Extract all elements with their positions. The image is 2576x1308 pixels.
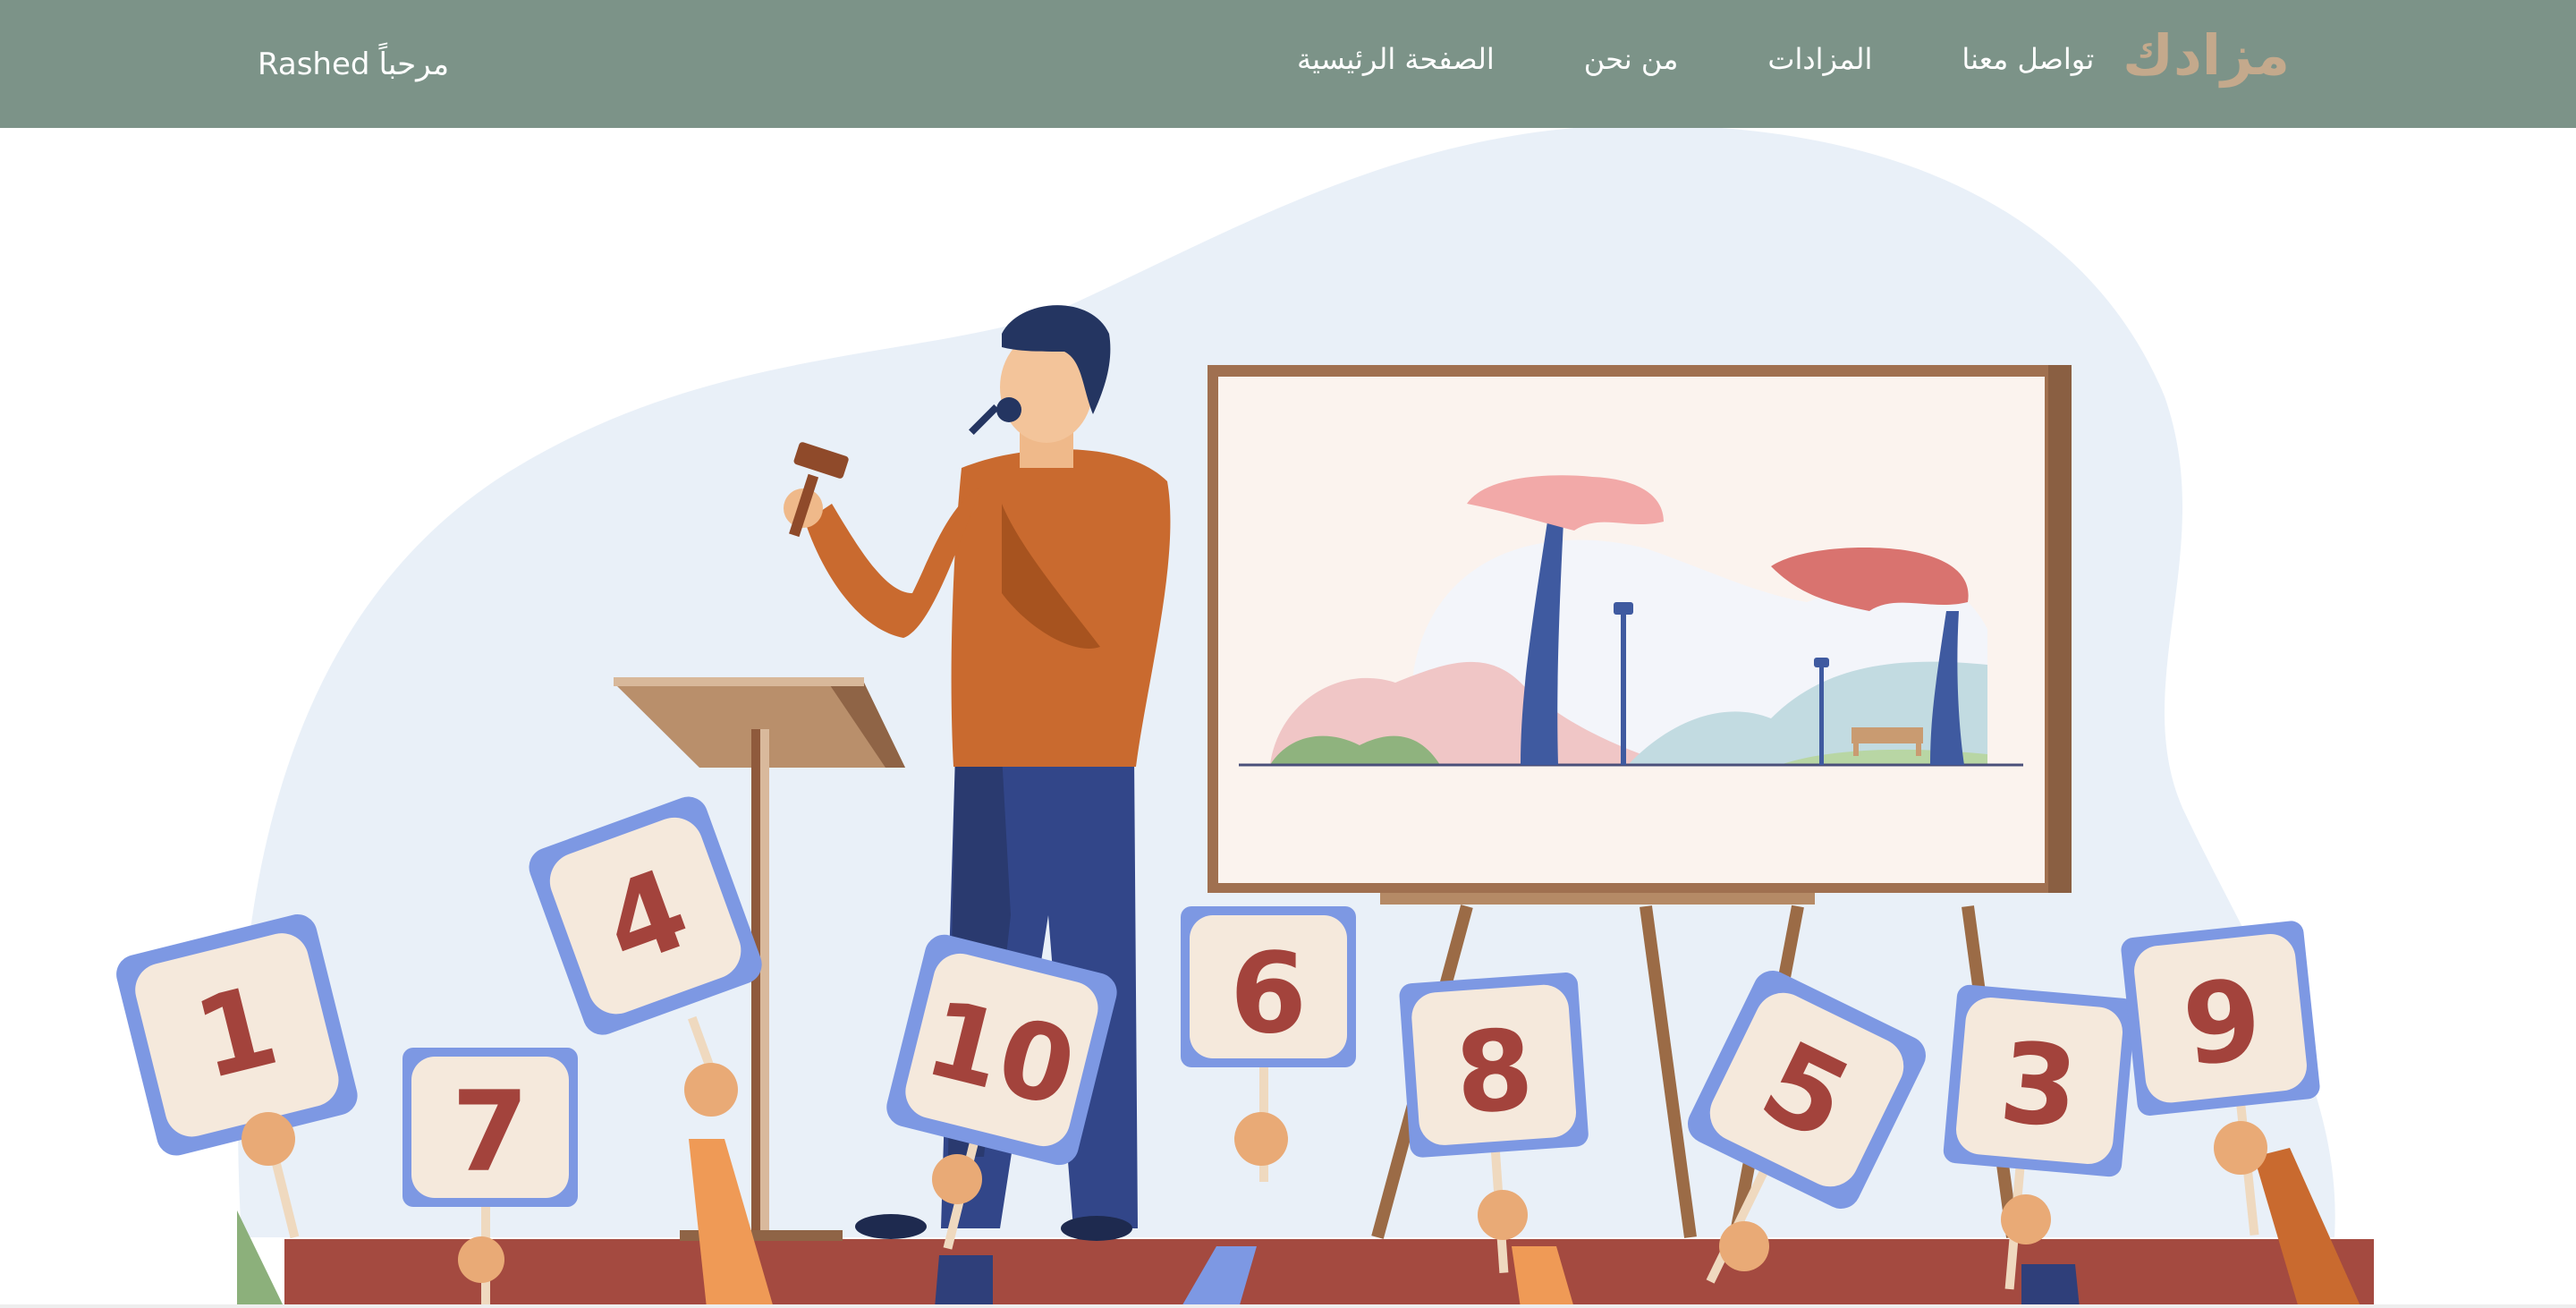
nav-link-auctions[interactable]: المزادات: [1723, 34, 1917, 84]
paddle-number: 6: [1230, 930, 1307, 1058]
greeting-word: مرحباً: [378, 47, 450, 82]
user-greeting[interactable]: Rashed مرحباً: [258, 39, 449, 89]
paddle-number: 3: [1995, 1018, 2083, 1153]
paddle-number: 7: [452, 1068, 529, 1197]
main-nav: الصفحة الرئيسية من نحن المزادات تواصل مع…: [1252, 34, 2139, 84]
paddle-number: 9: [2177, 956, 2267, 1091]
username: Rashed: [258, 47, 370, 82]
nav-link-home[interactable]: الصفحة الرئيسية: [1252, 34, 1539, 84]
nav-link-about[interactable]: من نحن: [1539, 34, 1724, 84]
bottom-divider: [0, 1304, 2576, 1308]
brand-logo[interactable]: مزادك: [2123, 11, 2290, 100]
top-navbar: Rashed مرحباً الصفحة الرئيسية من نحن الم…: [0, 0, 2576, 128]
hero-illustration: 1 7 4 10 6 8 5 3 9: [0, 128, 2576, 1308]
paddle-number: 8: [1452, 1006, 1538, 1140]
nav-link-contact[interactable]: تواصل معنا: [1917, 34, 2139, 84]
